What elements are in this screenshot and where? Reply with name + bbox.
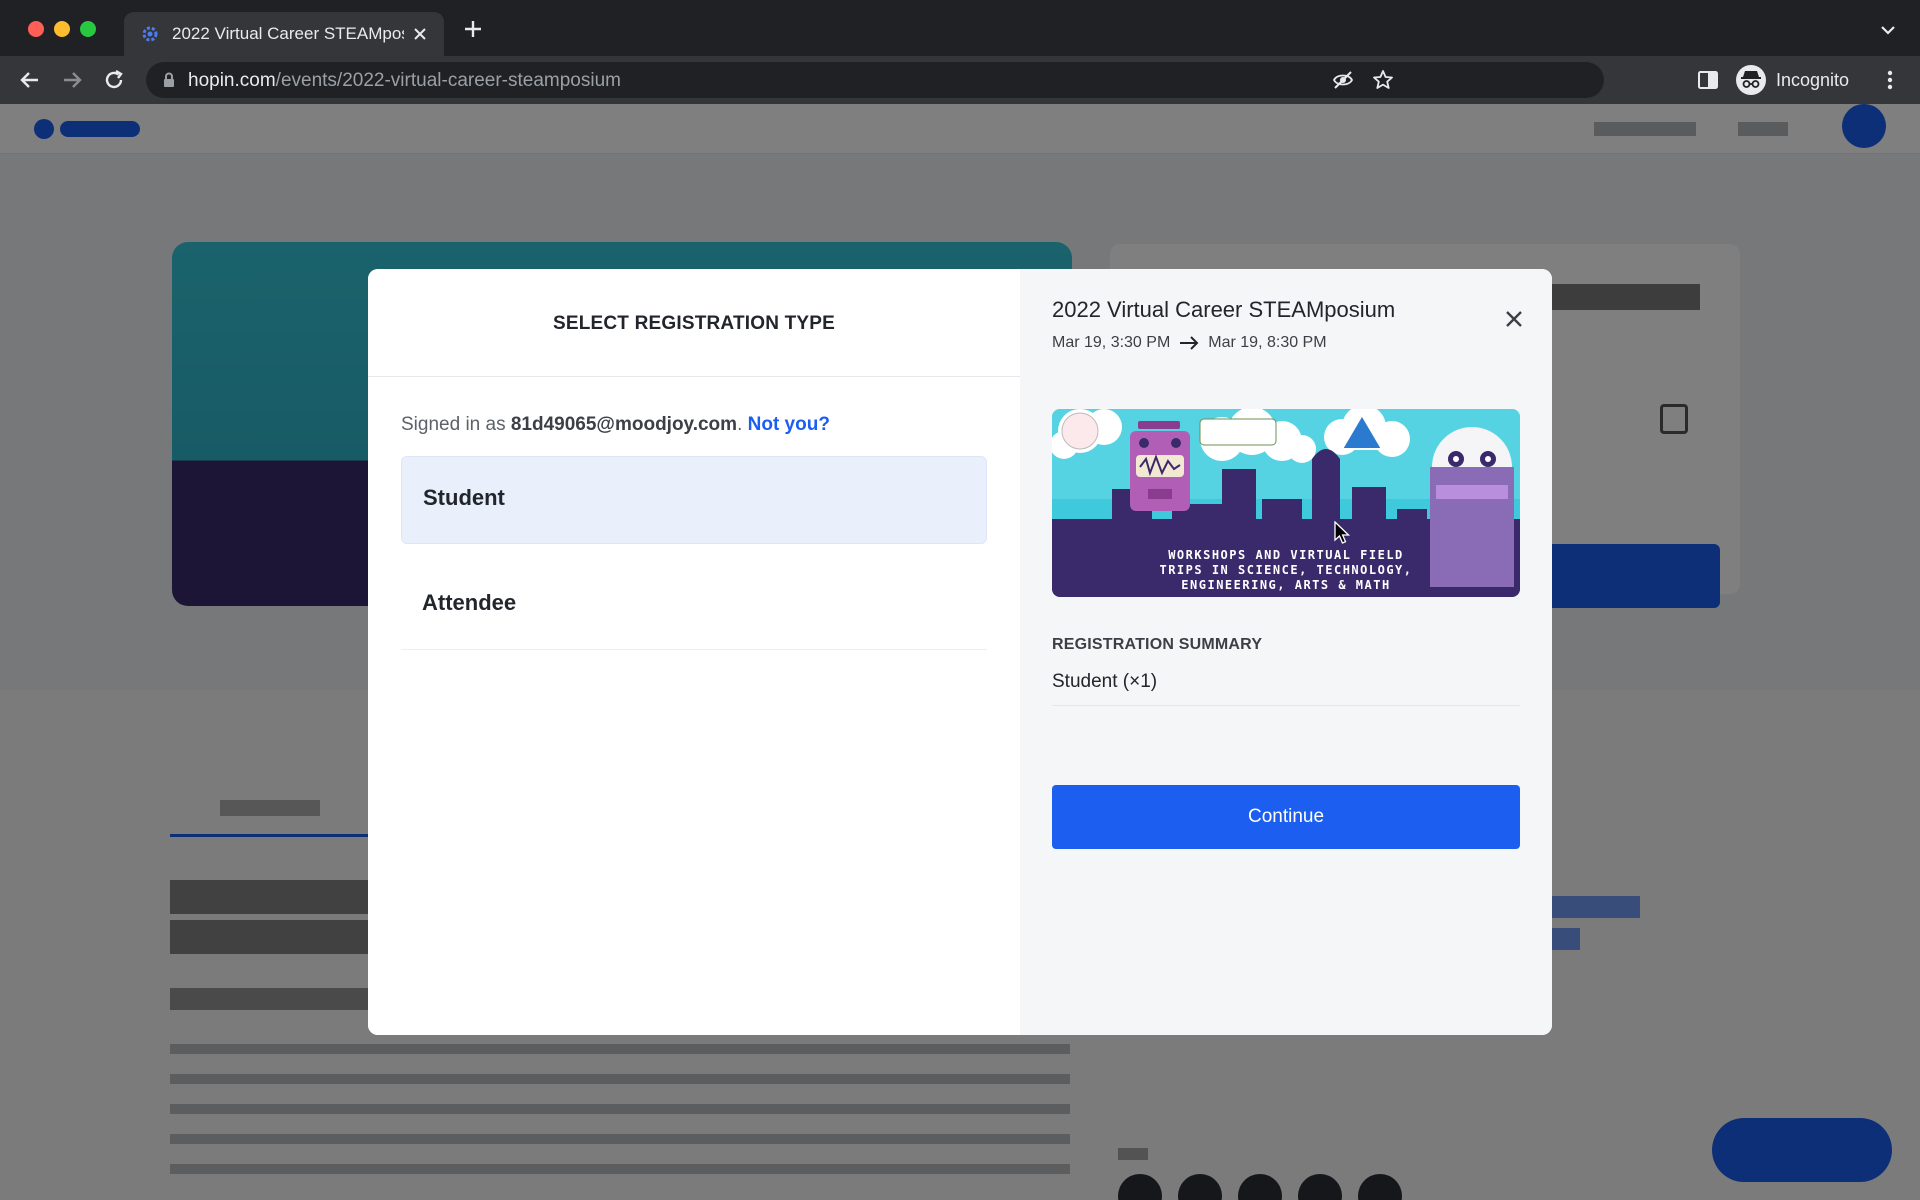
window-minimize-button[interactable]: [54, 21, 70, 37]
url-host: hopin.com: [188, 70, 276, 91]
continue-button[interactable]: Continue: [1052, 785, 1520, 849]
window-zoom-button[interactable]: [80, 21, 96, 37]
address-bar[interactable]: hopin.com/events/2022-virtual-career-ste…: [146, 62, 1604, 98]
close-icon[interactable]: [1502, 307, 1526, 331]
favicon-icon: [142, 26, 158, 42]
lock-icon[interactable]: [160, 71, 178, 89]
registration-type-title: SELECT REGISTRATION TYPE: [552, 313, 836, 334]
signed-in-email: 81d49065@moodjoy.com: [510, 414, 738, 435]
profile-button[interactable]: Incognito: [1736, 62, 1849, 98]
browser-tab-active[interactable]: 2022 Virtual Career STEAMposium: [124, 12, 444, 56]
url-text: hopin.com/events/2022-virtual-career-ste…: [188, 70, 621, 92]
summary-divider: [1052, 705, 1520, 706]
banner-caption-line-3: ENGINEERING, ARTS & MATH: [1181, 578, 1390, 592]
new-tab-icon[interactable]: [458, 14, 488, 44]
signed-in-prefix: Signed in as: [401, 414, 506, 435]
registration-summary-item: Student (×1): [1052, 671, 1158, 692]
registration-type-panel: SELECT REGISTRATION TYPE Signed in as 81…: [368, 269, 1020, 1035]
tab-search-icon[interactable]: [1876, 18, 1900, 42]
event-end: Mar 19, 8:30 PM: [1208, 334, 1327, 351]
browser-toolbar: hopin.com/events/2022-virtual-career-ste…: [0, 56, 1920, 104]
url-path: /events/2022-virtual-career-steamposium: [275, 70, 621, 91]
registration-type-header: SELECT REGISTRATION TYPE: [368, 269, 1020, 377]
arrow-right-icon: [1180, 336, 1199, 350]
banner-caption-line-2: TRIPS IN SCIENCE, TECHNOLOGY,: [1159, 563, 1412, 577]
not-you-link[interactable]: Not you?: [748, 414, 830, 435]
close-tab-icon[interactable]: [410, 22, 430, 46]
signed-in-period: .: [737, 414, 743, 435]
side-panel-icon[interactable]: [1696, 68, 1720, 92]
registration-summary-panel: 2022 Virtual Career STEAMposium Mar 19, …: [1020, 269, 1552, 1035]
event-dates: Mar 19, 3:30 PM Mar 19, 8:30 PM: [1052, 334, 1327, 352]
incognito-icon: [1736, 65, 1766, 95]
star-icon[interactable]: [1372, 69, 1394, 91]
signed-in-line: Signed in as 81d49065@moodjoy.com. Not y…: [401, 414, 830, 436]
reload-icon[interactable]: [100, 66, 128, 94]
option-student-label: Student: [423, 485, 505, 510]
tab-title: 2022 Virtual Career STEAMposium: [172, 24, 404, 43]
registration-modal: SELECT REGISTRATION TYPE Signed in as 81…: [368, 269, 1552, 1035]
event-title: 2022 Virtual Career STEAMposium: [1052, 297, 1396, 322]
registration-summary-label: REGISTRATION SUMMARY: [1052, 636, 1263, 653]
forward-icon[interactable]: [58, 66, 86, 94]
profile-label: Incognito: [1776, 69, 1850, 90]
back-icon[interactable]: [16, 66, 44, 94]
cursor-icon: [1334, 521, 1350, 544]
option-student[interactable]: Student: [401, 456, 987, 544]
browser-tab-strip: 2022 Virtual Career STEAMposium: [0, 0, 1920, 56]
option-attendee-label: Attendee: [422, 590, 517, 615]
event-start: Mar 19, 3:30 PM: [1052, 334, 1171, 351]
eye-off-icon[interactable]: [1332, 69, 1354, 91]
option-attendee[interactable]: Attendee: [401, 562, 987, 650]
banner-caption-line-1: WORKSHOPS AND VIRTUAL FIELD: [1168, 548, 1404, 562]
window-close-button[interactable]: [28, 21, 44, 37]
kebab-menu-icon[interactable]: [1880, 68, 1900, 92]
event-banner-image: WORKSHOPS AND VIRTUAL FIELD TRIPS IN SCI…: [1052, 409, 1520, 597]
